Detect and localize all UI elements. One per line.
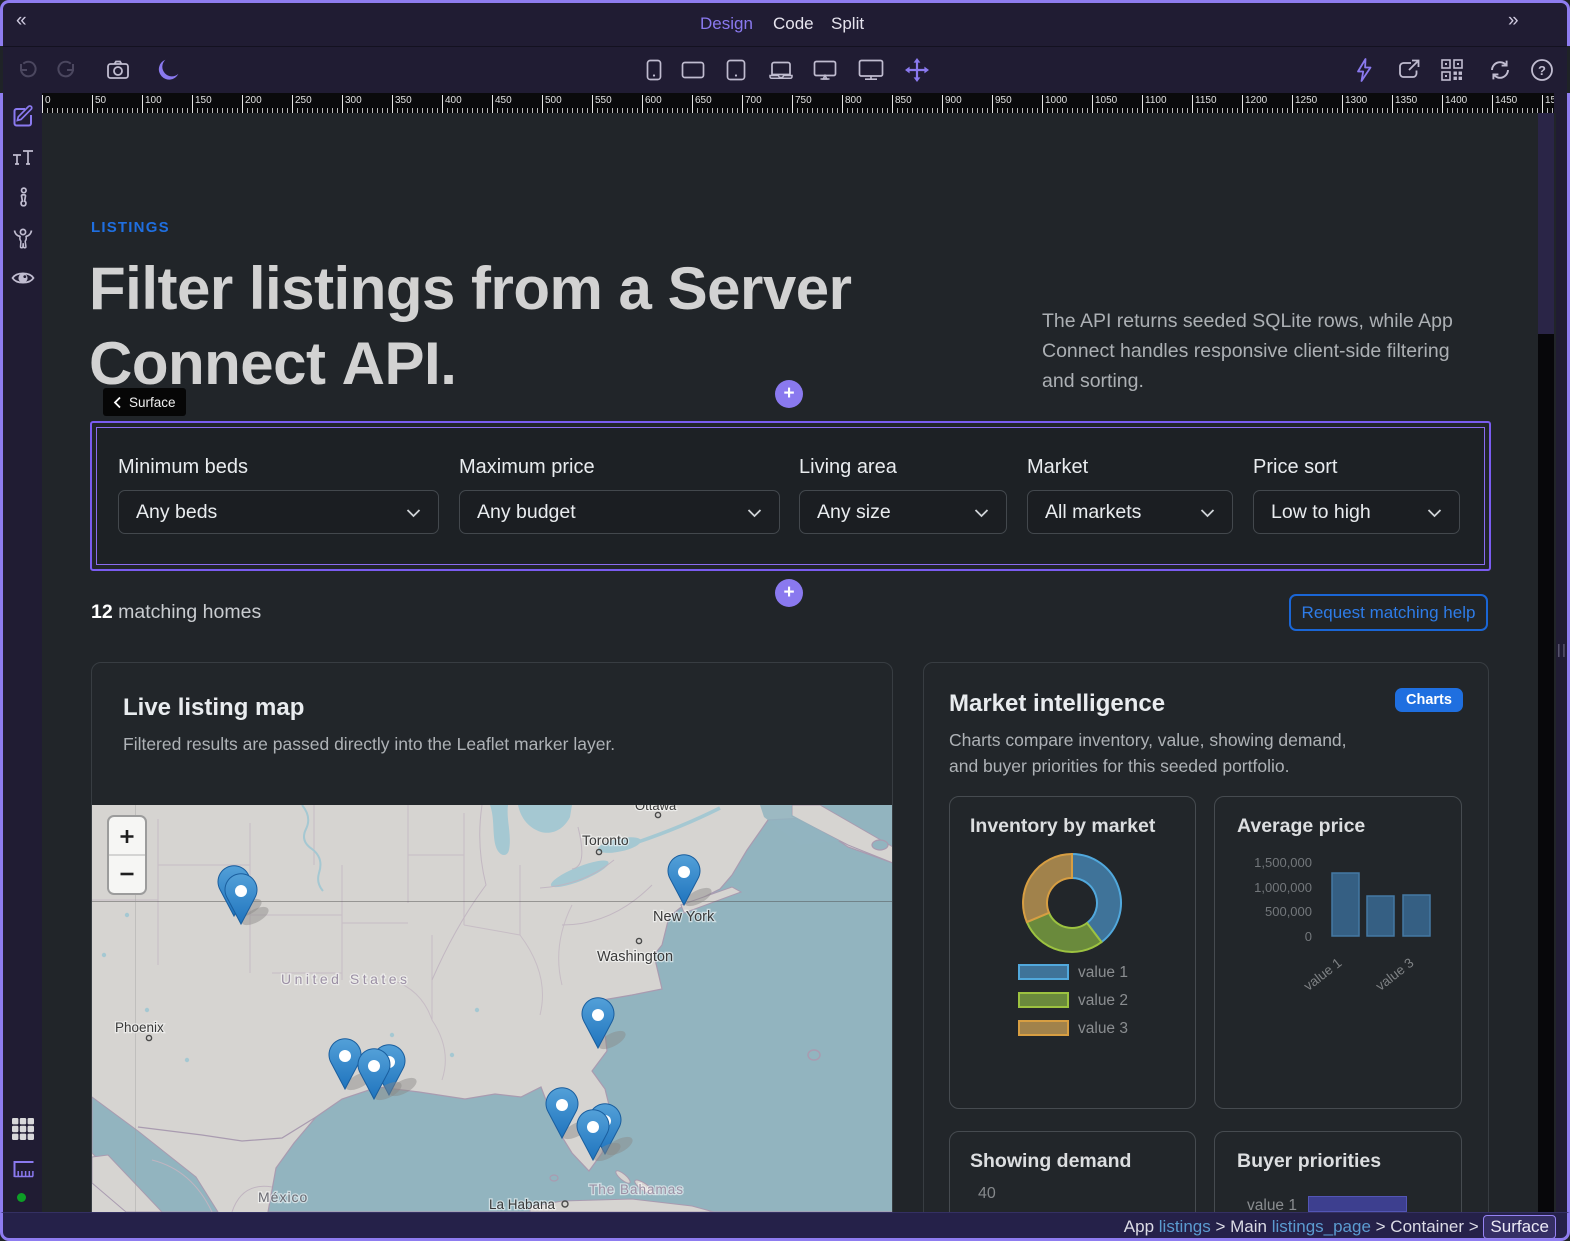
svg-text:850: 850: [895, 95, 912, 106]
svg-text:1400: 1400: [1445, 95, 1468, 106]
svg-text:450: 450: [495, 95, 512, 106]
svg-text:50: 50: [95, 95, 107, 106]
svg-text:600: 600: [645, 95, 662, 106]
svg-text:1250: 1250: [1295, 95, 1318, 106]
svg-text:950: 950: [995, 95, 1012, 106]
svg-text:1350: 1350: [1395, 95, 1418, 106]
svg-text:500: 500: [545, 95, 562, 106]
svg-text:300: 300: [345, 95, 362, 106]
svg-text:0: 0: [45, 95, 51, 106]
svg-text:1000: 1000: [1045, 95, 1068, 106]
svg-text:1150: 1150: [1195, 95, 1217, 106]
svg-text:250: 250: [295, 95, 312, 106]
svg-text:1300: 1300: [1345, 95, 1368, 106]
svg-text:150: 150: [195, 95, 212, 106]
svg-text:700: 700: [745, 95, 762, 106]
svg-text:1200: 1200: [1245, 95, 1268, 106]
svg-text:650: 650: [695, 95, 712, 106]
svg-text:1450: 1450: [1495, 95, 1518, 106]
svg-text:400: 400: [445, 95, 462, 106]
svg-text:550: 550: [595, 95, 612, 106]
svg-text:750: 750: [795, 95, 812, 106]
svg-text:800: 800: [845, 95, 862, 106]
svg-text:900: 900: [945, 95, 962, 106]
svg-text:200: 200: [245, 95, 262, 106]
svg-text:1100: 1100: [1145, 95, 1167, 106]
svg-text:?: ?: [1538, 63, 1546, 78]
svg-text:1050: 1050: [1095, 95, 1118, 106]
svg-text:350: 350: [395, 95, 412, 106]
svg-text:100: 100: [145, 95, 162, 106]
